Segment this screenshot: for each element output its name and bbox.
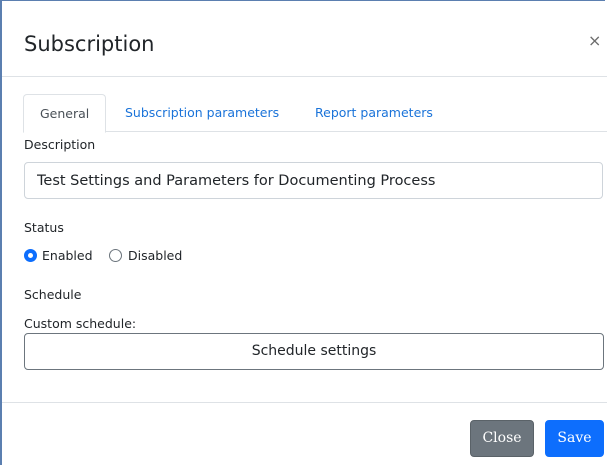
schedule-label: Schedule (24, 287, 82, 302)
modal-footer-divider (2, 402, 607, 403)
status-label: Status (24, 220, 64, 235)
modal-title: Subscription (24, 32, 155, 56)
subscription-modal: Subscription × General Subscription para… (0, 0, 607, 465)
close-button[interactable]: Close (470, 420, 534, 457)
enabled-radio-label[interactable]: Enabled (42, 248, 93, 263)
description-label: Description (24, 137, 96, 152)
save-button[interactable]: Save (545, 420, 604, 457)
disabled-radio[interactable] (109, 249, 122, 262)
close-icon[interactable]: × (588, 29, 601, 53)
custom-schedule-label: Custom schedule: (24, 316, 137, 331)
disabled-radio-label[interactable]: Disabled (128, 248, 182, 263)
modal-header: Subscription × (2, 1, 607, 77)
schedule-settings-button[interactable]: Schedule settings (24, 333, 604, 370)
description-input[interactable] (24, 162, 603, 199)
enabled-radio[interactable] (24, 249, 37, 262)
tab-general[interactable]: General (23, 94, 107, 133)
tab-report-parameters[interactable]: Report parameters (299, 94, 449, 132)
tab-bar: General Subscription parameters Report p… (23, 94, 607, 133)
tab-subscription-parameters[interactable]: Subscription parameters (109, 94, 295, 132)
